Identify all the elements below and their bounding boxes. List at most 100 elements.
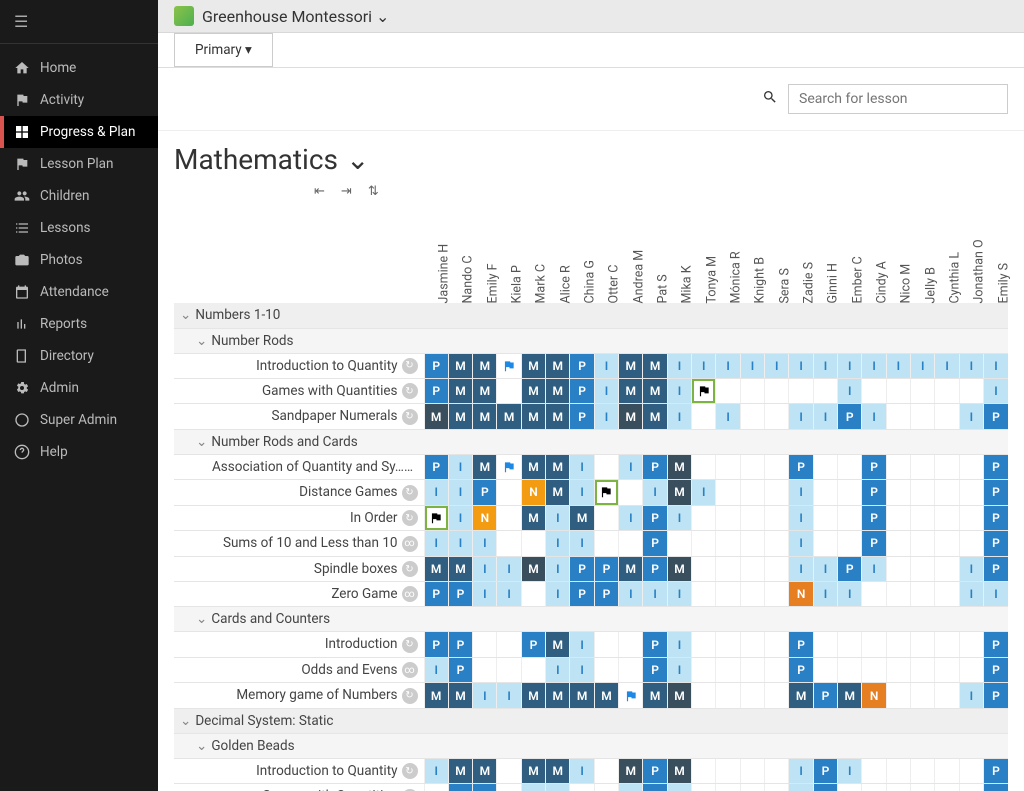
- progress-cell[interactable]: N: [521, 480, 545, 505]
- progress-cell[interactable]: I: [959, 353, 983, 378]
- progress-cell[interactable]: P: [643, 657, 667, 682]
- progress-cell[interactable]: P: [984, 657, 1008, 682]
- progress-cell[interactable]: M: [521, 404, 545, 429]
- progress-cell[interactable]: [473, 657, 497, 682]
- progress-cell[interactable]: M: [521, 353, 545, 378]
- progress-cell[interactable]: [692, 404, 716, 429]
- sidebar-item-reports[interactable]: Reports: [0, 308, 158, 340]
- school-selector[interactable]: Greenhouse Montessori ⌄: [202, 7, 389, 26]
- progress-cell[interactable]: [497, 505, 521, 530]
- progress-cell[interactable]: M: [521, 758, 545, 783]
- progress-cell[interactable]: M: [667, 683, 691, 708]
- progress-cell[interactable]: M: [546, 683, 570, 708]
- progress-cell[interactable]: P: [643, 531, 667, 556]
- progress-cell[interactable]: P: [862, 454, 886, 479]
- progress-cell[interactable]: [740, 531, 764, 556]
- progress-cell[interactable]: [473, 632, 497, 657]
- progress-cell[interactable]: [594, 454, 618, 479]
- progress-cell[interactable]: M: [546, 404, 570, 429]
- progress-cell[interactable]: M: [448, 556, 472, 581]
- progress-cell[interactable]: [765, 582, 789, 607]
- progress-cell[interactable]: P: [570, 556, 594, 581]
- progress-cell[interactable]: [692, 531, 716, 556]
- progress-cell[interactable]: P: [643, 632, 667, 657]
- progress-cell[interactable]: I: [935, 353, 959, 378]
- student-header[interactable]: Jasmine H: [424, 203, 448, 303]
- progress-cell[interactable]: I: [813, 556, 837, 581]
- progress-cell[interactable]: [716, 556, 740, 581]
- progress-cell[interactable]: M: [521, 454, 545, 479]
- progress-cell[interactable]: M: [521, 505, 545, 530]
- progress-cell[interactable]: [740, 454, 764, 479]
- progress-cell[interactable]: [886, 657, 910, 682]
- progress-cell[interactable]: [813, 480, 837, 505]
- progress-cell[interactable]: P: [570, 582, 594, 607]
- progress-cell[interactable]: [716, 683, 740, 708]
- progress-cell[interactable]: [692, 632, 716, 657]
- progress-cell[interactable]: P: [521, 632, 545, 657]
- progress-cell[interactable]: [886, 454, 910, 479]
- progress-cell[interactable]: P: [813, 784, 837, 791]
- progress-cell[interactable]: I: [862, 556, 886, 581]
- progress-cell[interactable]: [424, 505, 448, 530]
- progress-cell[interactable]: I: [984, 353, 1008, 378]
- progress-cell[interactable]: I: [570, 531, 594, 556]
- progress-cell[interactable]: I: [570, 632, 594, 657]
- progress-cell[interactable]: [740, 480, 764, 505]
- progress-cell[interactable]: [740, 632, 764, 657]
- progress-cell[interactable]: [862, 582, 886, 607]
- progress-cell[interactable]: I: [838, 378, 862, 403]
- progress-cell[interactable]: I: [959, 683, 983, 708]
- progress-cell[interactable]: [813, 657, 837, 682]
- progress-cell[interactable]: P: [789, 657, 813, 682]
- progress-cell[interactable]: [765, 758, 789, 783]
- progress-cell[interactable]: M: [521, 378, 545, 403]
- progress-cell[interactable]: I: [497, 683, 521, 708]
- lesson-label[interactable]: Memory game of Numbers↻: [174, 683, 424, 708]
- progress-cell[interactable]: M: [619, 556, 643, 581]
- progress-cell[interactable]: [886, 378, 910, 403]
- progress-cell[interactable]: [521, 582, 545, 607]
- progress-cell[interactable]: [594, 531, 618, 556]
- indent-icon[interactable]: ⇥: [341, 184, 352, 199]
- progress-cell[interactable]: [862, 657, 886, 682]
- progress-cell[interactable]: I: [643, 480, 667, 505]
- progress-cell[interactable]: [935, 632, 959, 657]
- outdent-icon[interactable]: ⇤: [314, 184, 325, 199]
- progress-cell[interactable]: [619, 480, 643, 505]
- progress-cell[interactable]: M: [473, 758, 497, 783]
- progress-cell[interactable]: [862, 632, 886, 657]
- progress-cell[interactable]: M: [643, 353, 667, 378]
- progress-cell[interactable]: [959, 480, 983, 505]
- sidebar-item-lessons[interactable]: Lessons: [0, 212, 158, 244]
- progress-cell[interactable]: [716, 758, 740, 783]
- progress-cell[interactable]: [838, 657, 862, 682]
- progress-cell[interactable]: P: [984, 480, 1008, 505]
- page-title[interactable]: Mathematics ⌄: [174, 143, 1008, 176]
- progress-cell[interactable]: P: [473, 480, 497, 505]
- progress-cell[interactable]: M: [667, 454, 691, 479]
- progress-cell[interactable]: [594, 480, 618, 505]
- progress-cell[interactable]: P: [984, 404, 1008, 429]
- progress-cell[interactable]: [716, 454, 740, 479]
- progress-cell[interactable]: [716, 657, 740, 682]
- progress-cell[interactable]: [886, 404, 910, 429]
- progress-cell[interactable]: I: [667, 404, 691, 429]
- progress-cell[interactable]: P: [643, 556, 667, 581]
- lesson-label[interactable]: Association of Quantity and Sy…↻: [174, 454, 424, 479]
- progress-cell[interactable]: [765, 784, 789, 791]
- progress-cell[interactable]: I: [667, 657, 691, 682]
- progress-cell[interactable]: M: [424, 683, 448, 708]
- lesson-label[interactable]: Sums of 10 and Less than 10∞: [174, 531, 424, 556]
- progress-cell[interactable]: M: [643, 404, 667, 429]
- progress-cell[interactable]: I: [594, 404, 618, 429]
- progress-cell[interactable]: P: [984, 683, 1008, 708]
- progress-cell[interactable]: I: [473, 582, 497, 607]
- subgroup-header[interactable]: ⌄Cards and Counters: [174, 607, 424, 632]
- progress-cell[interactable]: I: [789, 758, 813, 783]
- progress-cell[interactable]: I: [546, 505, 570, 530]
- progress-cell[interactable]: N: [862, 683, 886, 708]
- subgroup-header[interactable]: ⌄Number Rods and Cards: [174, 429, 424, 454]
- progress-cell[interactable]: M: [473, 378, 497, 403]
- progress-cell[interactable]: I: [448, 531, 472, 556]
